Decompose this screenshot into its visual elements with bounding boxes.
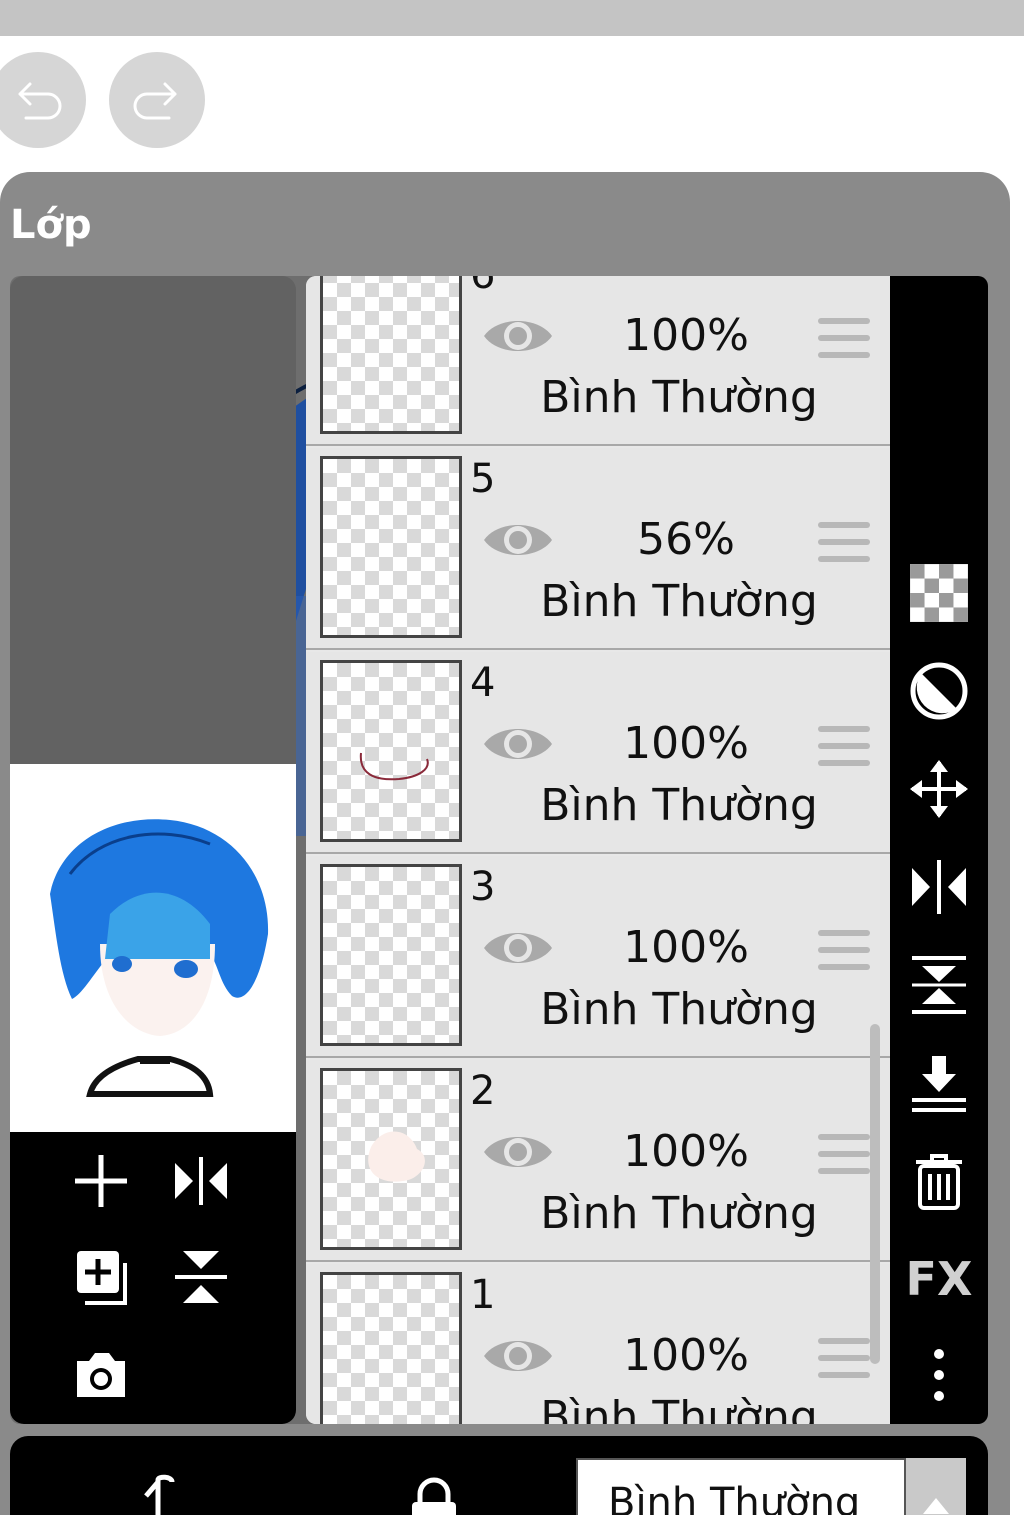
opacity-icon: [910, 662, 968, 720]
drag-handle-icon[interactable]: [818, 522, 870, 564]
flip-vertical-icon: [912, 956, 966, 1014]
redo-button[interactable]: [109, 52, 205, 148]
layer-blend-mode[interactable]: Bình Thường: [506, 1188, 852, 1239]
layer-thumbnail: [320, 660, 462, 842]
transparency-icon: [910, 564, 968, 622]
eye-icon[interactable]: [482, 1130, 554, 1174]
layer-opacity[interactable]: 56%: [596, 514, 776, 565]
flip-vertical-button[interactable]: [166, 1242, 236, 1312]
layer-number: 5: [470, 456, 496, 502]
duplicate-layer-button[interactable]: [66, 1242, 136, 1312]
eye-icon[interactable]: [482, 518, 554, 562]
camera-button[interactable]: [66, 1340, 136, 1410]
eye-icon[interactable]: [482, 926, 554, 970]
layer-opacity[interactable]: 100%: [596, 310, 776, 361]
delete-button[interactable]: [904, 1146, 974, 1216]
layer-panel: Lớp 100% Bình Thường 5 56% Bình Thường 4…: [0, 172, 1010, 1515]
eye-icon[interactable]: [482, 722, 554, 766]
fx-icon: FX: [905, 1252, 973, 1306]
layer-row[interactable]: 1 100% Bình Thường: [306, 1264, 890, 1424]
drag-handle-icon[interactable]: [818, 1338, 870, 1380]
add-layer-button[interactable]: [66, 1146, 136, 1216]
layer-opacity[interactable]: 100%: [596, 1126, 776, 1177]
redo-icon: [133, 82, 177, 120]
layer-thumbnail: [320, 276, 462, 434]
layer-row[interactable]: 4 100% Bình Thường: [306, 652, 890, 854]
flip-horizontal-button[interactable]: [904, 852, 974, 922]
fx-button[interactable]: FX: [904, 1244, 974, 1314]
bottom-bar: α Bình Thường: [10, 1436, 988, 1515]
layer-list[interactable]: 6 100% Bình Thường 5 56% Bình Thường 4 1…: [306, 276, 890, 1424]
add-layer-icon: [75, 1155, 127, 1207]
layer-list-scrollbar[interactable]: [870, 1024, 880, 1364]
undo-button[interactable]: [0, 52, 86, 148]
character-thumbnail: [50, 819, 269, 1097]
layer-number: 4: [470, 660, 496, 706]
flip-horizontal-icon: [912, 860, 966, 914]
camera-icon: [77, 1353, 125, 1397]
alpha-lock-icon[interactable]: α: [404, 1474, 464, 1515]
chevron-up-icon: [923, 1498, 949, 1514]
eye-icon[interactable]: [482, 314, 554, 358]
opacity-button[interactable]: [904, 656, 974, 726]
flip-horizontal-icon: [175, 1157, 227, 1205]
layer-blend-mode[interactable]: Bình Thường: [506, 1392, 852, 1424]
flip-horizontal-button[interactable]: [166, 1146, 236, 1216]
layer-number: 3: [470, 864, 496, 910]
undo-icon: [18, 82, 62, 120]
merge-down-icon: [912, 1056, 966, 1112]
left-toolbar: [10, 1132, 296, 1424]
layer-thumbnail: [320, 1068, 462, 1250]
eye-icon[interactable]: [482, 1334, 554, 1378]
more-icon: [934, 1349, 944, 1401]
duplicate-layer-icon: [77, 1251, 127, 1305]
drag-handle-icon[interactable]: [818, 318, 870, 360]
drag-handle-icon[interactable]: [818, 726, 870, 768]
right-toolbar: FX: [890, 276, 988, 1424]
layer-row[interactable]: 6 100% Bình Thường: [306, 276, 890, 446]
layer-thumbnail: [320, 1272, 462, 1424]
merge-down-button[interactable]: [904, 1048, 974, 1118]
layer-number: 6: [470, 276, 495, 298]
transparency-button[interactable]: [904, 558, 974, 628]
preview-background: [10, 276, 296, 764]
move-icon: [910, 760, 968, 818]
more-options-button[interactable]: [904, 1340, 974, 1410]
layer-number: 1: [470, 1272, 496, 1318]
left-column: [10, 276, 296, 1424]
clip-icon[interactable]: [128, 1474, 188, 1515]
flip-vertical-button[interactable]: [904, 950, 974, 1020]
layer-row[interactable]: 5 56% Bình Thường: [306, 448, 890, 650]
layer-row[interactable]: 3 100% Bình Thường: [306, 856, 890, 1058]
blend-mode-select[interactable]: Bình Thường: [576, 1458, 906, 1515]
drag-handle-icon[interactable]: [818, 930, 870, 972]
canvas-preview[interactable]: [10, 764, 296, 1132]
layer-blend-mode[interactable]: Bình Thường: [506, 576, 852, 627]
layer-number: 2: [470, 1068, 496, 1114]
drag-handle-icon[interactable]: [818, 1134, 870, 1176]
layer-opacity[interactable]: 100%: [596, 718, 776, 769]
layer-thumbnail: [320, 864, 462, 1046]
blend-mode-dropdown-button[interactable]: [906, 1458, 966, 1515]
move-button[interactable]: [904, 754, 974, 824]
layer-blend-mode[interactable]: Bình Thường: [506, 372, 852, 423]
layer-blend-mode[interactable]: Bình Thường: [506, 984, 852, 1035]
layer-thumbnail: [320, 456, 462, 638]
layer-opacity[interactable]: 100%: [596, 1330, 776, 1381]
flip-vertical-icon: [175, 1251, 227, 1303]
layer-blend-mode[interactable]: Bình Thường: [506, 780, 852, 831]
delete-icon: [916, 1154, 962, 1210]
panel-title: Lớp: [10, 202, 92, 248]
layer-opacity[interactable]: 100%: [596, 922, 776, 973]
status-bar: [0, 0, 1024, 36]
layer-row[interactable]: 2 100% Bình Thường: [306, 1060, 890, 1262]
svg-text:α: α: [427, 1511, 442, 1515]
